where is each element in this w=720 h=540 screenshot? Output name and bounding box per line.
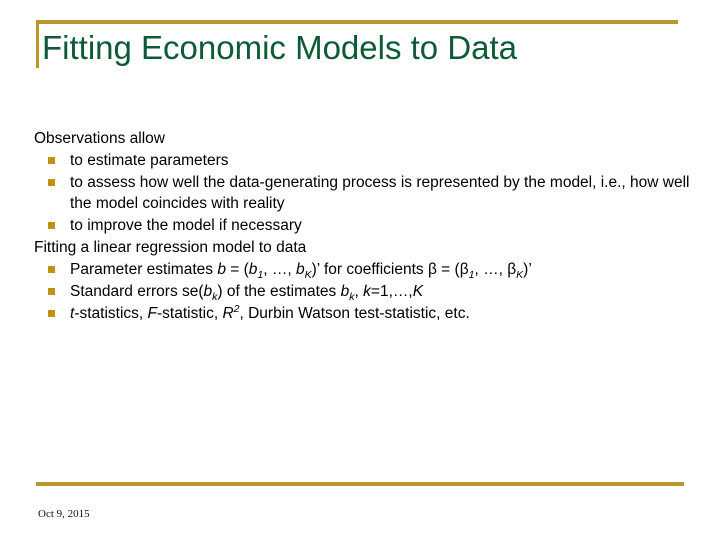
top-gold-rule: [36, 20, 678, 24]
slide-title: Fitting Economic Models to Data: [42, 29, 518, 66]
square-bullet-icon: [48, 288, 55, 295]
slide-body: Observations allow to estimate parameter…: [34, 128, 694, 325]
list-item: to estimate parameters: [34, 150, 694, 171]
list-item-label: to improve the model if necessary: [70, 217, 302, 234]
square-bullet-icon: [48, 310, 55, 317]
body-heading-observations: Observations allow: [34, 130, 165, 147]
body-heading-fitting: Fitting a linear regression model to dat…: [34, 239, 307, 256]
list-item-label: to assess how well the data-generating p…: [70, 174, 690, 212]
list-item: Standard errors se(bk) of the estimates …: [34, 281, 694, 302]
list-item-label: Standard errors se(bk) of the estimates …: [70, 283, 424, 304]
left-gold-rule-stub: [36, 20, 39, 68]
footer-date: Oct 9, 2015: [38, 508, 90, 520]
square-bullet-icon: [48, 179, 55, 186]
list-item: to assess how well the data-generating p…: [34, 172, 694, 214]
square-bullet-icon: [48, 157, 55, 164]
list-item: t-statistics, F-statistic, R2, Durbin Wa…: [34, 303, 694, 324]
list-item-label: t-statistics, F-statistic, R2, Durbin Wa…: [70, 302, 470, 322]
presentation-slide: Fitting Economic Models to Data Observat…: [0, 0, 720, 540]
list-item: Parameter estimates b = (b1, …, bK)’ for…: [34, 259, 694, 280]
square-bullet-icon: [48, 266, 55, 273]
bottom-gold-rule: [36, 482, 684, 486]
square-bullet-icon: [48, 222, 55, 229]
list-item-label: Parameter estimates b = (b1, …, bK)’ for…: [70, 261, 532, 282]
list-item-label: to estimate parameters: [70, 152, 229, 169]
list-item: to improve the model if necessary: [34, 215, 694, 236]
